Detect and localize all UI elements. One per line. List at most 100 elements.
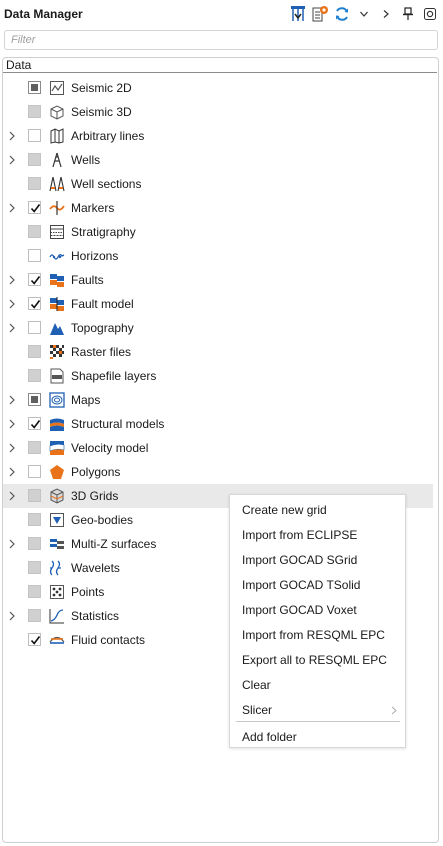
expand-chevron-icon[interactable]: [6, 297, 18, 311]
menu-item-label: Import GOCAD Voxet: [242, 603, 357, 617]
tree-row-seismic-3d[interactable]: Seismic 3D: [3, 100, 433, 124]
tree-row-shapefile-layers[interactable]: Shapefile layers: [3, 364, 433, 388]
expand-chevron-icon[interactable]: [6, 417, 18, 431]
menu-item-export-resqml-epc[interactable]: Export all to RESQML EPC: [230, 647, 405, 672]
menu-item-label: Create new grid: [242, 503, 327, 517]
menu-item-clear[interactable]: Clear: [230, 672, 405, 697]
menu-item-slicer[interactable]: Slicer: [230, 697, 405, 722]
menu-item-label: Import GOCAD SGrid: [242, 553, 358, 567]
tree-row-fault-model[interactable]: Fault model: [3, 292, 433, 316]
expand-chevron-icon[interactable]: [6, 201, 18, 215]
tree-row-label: Fault model: [71, 297, 134, 311]
maps-icon: [49, 392, 65, 408]
visibility-checkbox[interactable]: [28, 201, 41, 214]
expand-chevron-icon[interactable]: [6, 537, 18, 551]
visibility-checkbox[interactable]: [28, 513, 41, 526]
tree-row-polygons[interactable]: Polygons: [3, 460, 433, 484]
structural-models-icon: [49, 416, 65, 432]
expand-chevron-icon[interactable]: [6, 129, 18, 143]
expand-chevron-icon[interactable]: [6, 465, 18, 479]
menu-item-import-eclipse[interactable]: Import from ECLIPSE: [230, 522, 405, 547]
menu-item-label: Slicer: [242, 703, 273, 717]
tree-row-label: Structural models: [71, 417, 165, 431]
visibility-checkbox[interactable]: [28, 81, 41, 94]
visibility-checkbox[interactable]: [28, 585, 41, 598]
chevron-down-icon[interactable]: [354, 4, 374, 24]
topography-icon: [49, 320, 65, 336]
raster-files-icon: [49, 344, 65, 360]
well-sections-icon: [49, 176, 65, 192]
menu-item-import-gocad-tsolid[interactable]: Import GOCAD TSolid: [230, 572, 405, 597]
visibility-checkbox[interactable]: [28, 633, 41, 646]
tree-row-label: Maps: [71, 393, 101, 407]
visibility-checkbox[interactable]: [28, 225, 41, 238]
stratigraphy-icon: [49, 224, 65, 240]
geo-bodies-icon: [49, 512, 65, 528]
chevron-right-icon[interactable]: [376, 4, 396, 24]
visibility-checkbox[interactable]: [28, 393, 41, 406]
menu-item-create-new-grid[interactable]: Create new grid: [230, 497, 405, 522]
tree-row-label: 3D Grids: [71, 489, 119, 503]
tree-row-faults[interactable]: Faults: [3, 268, 433, 292]
visibility-checkbox[interactable]: [28, 561, 41, 574]
tree-row-markers[interactable]: Markers: [3, 196, 433, 220]
visibility-checkbox[interactable]: [28, 489, 41, 502]
tree-row-raster-files[interactable]: Raster files: [3, 340, 433, 364]
filter-box[interactable]: [4, 30, 438, 50]
expand-chevron-icon[interactable]: [6, 441, 18, 455]
menu-item-import-gocad-voxet[interactable]: Import GOCAD Voxet: [230, 597, 405, 622]
expand-chevron-icon[interactable]: [6, 153, 18, 167]
wavelets-icon: [49, 560, 65, 576]
visibility-checkbox[interactable]: [28, 345, 41, 358]
visibility-checkbox[interactable]: [28, 273, 41, 286]
seismic-3d-icon: [49, 104, 65, 120]
import-well-icon[interactable]: [288, 4, 308, 24]
menu-item-import-gocad-sgrid[interactable]: Import GOCAD SGrid: [230, 547, 405, 572]
expand-chevron-icon[interactable]: [6, 321, 18, 335]
menu-item-label: Add folder: [242, 730, 297, 744]
settings-icon[interactable]: [420, 4, 440, 24]
tree-row-horizons[interactable]: Horizons: [3, 244, 433, 268]
visibility-checkbox[interactable]: [28, 321, 41, 334]
menu-item-add-folder[interactable]: Add folder: [230, 724, 405, 749]
tree-row-topography[interactable]: Topography: [3, 316, 433, 340]
menu-item-import-resqml-epc[interactable]: Import from RESQML EPC: [230, 622, 405, 647]
3d-grids-icon: [49, 488, 65, 504]
tree-row-arbitrary-lines[interactable]: Arbitrary lines: [3, 124, 433, 148]
tree-row-velocity-model[interactable]: Velocity model: [3, 436, 433, 460]
fluid-contacts-icon: [49, 632, 65, 648]
tree-row-label: Shapefile layers: [71, 369, 157, 383]
tree-row-maps[interactable]: Maps: [3, 388, 433, 412]
visibility-checkbox[interactable]: [28, 417, 41, 430]
visibility-checkbox[interactable]: [28, 609, 41, 622]
visibility-checkbox[interactable]: [28, 105, 41, 118]
visibility-checkbox[interactable]: [28, 153, 41, 166]
visibility-checkbox[interactable]: [28, 129, 41, 142]
tree-row-structural-models[interactable]: Structural models: [3, 412, 433, 436]
import-file-icon[interactable]: [310, 4, 330, 24]
expand-chevron-icon[interactable]: [6, 489, 18, 503]
visibility-checkbox[interactable]: [28, 441, 41, 454]
pin-icon[interactable]: [398, 4, 418, 24]
expand-chevron-icon[interactable]: [6, 393, 18, 407]
expand-chevron-icon[interactable]: [6, 273, 18, 287]
tree-row-wells[interactable]: Wells: [3, 148, 433, 172]
panel-title: Data Manager: [4, 7, 83, 21]
tree-row-seismic-2d[interactable]: Seismic 2D: [3, 76, 433, 100]
horizons-icon: [49, 248, 65, 264]
refresh-icon[interactable]: [332, 4, 352, 24]
tree-row-stratigraphy[interactable]: Stratigraphy: [3, 220, 433, 244]
filter-input[interactable]: [5, 31, 437, 49]
visibility-checkbox[interactable]: [28, 249, 41, 262]
tree-row-label: Wells: [71, 153, 101, 167]
tree-row-label: Multi-Z surfaces: [71, 537, 157, 551]
visibility-checkbox[interactable]: [28, 465, 41, 478]
visibility-checkbox[interactable]: [28, 537, 41, 550]
expand-chevron-icon[interactable]: [6, 609, 18, 623]
visibility-checkbox[interactable]: [28, 369, 41, 382]
submenu-arrow-icon: [391, 704, 397, 718]
tree-row-well-sections[interactable]: Well sections: [3, 172, 433, 196]
visibility-checkbox[interactable]: [28, 177, 41, 190]
visibility-checkbox[interactable]: [28, 297, 41, 310]
wells-icon: [49, 152, 65, 168]
